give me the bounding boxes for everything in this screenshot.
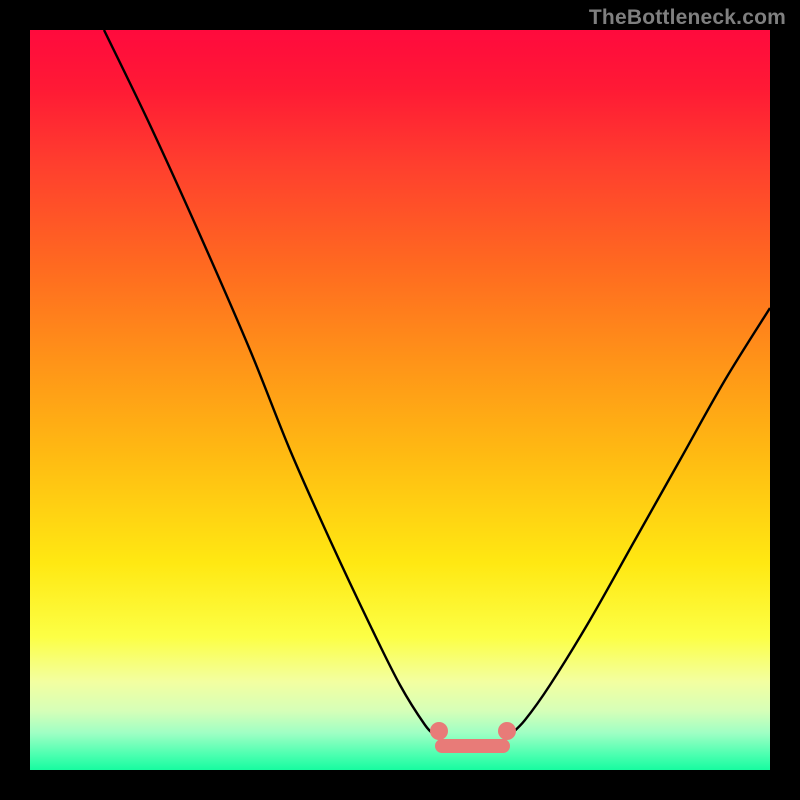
optimal-range-dot-left	[430, 722, 448, 740]
optimal-range-bar	[435, 739, 510, 753]
optimal-range-dot-right	[498, 722, 516, 740]
bottleneck-curve	[30, 30, 770, 770]
plot-area	[30, 30, 770, 770]
watermark-text: TheBottleneck.com	[589, 6, 786, 30]
